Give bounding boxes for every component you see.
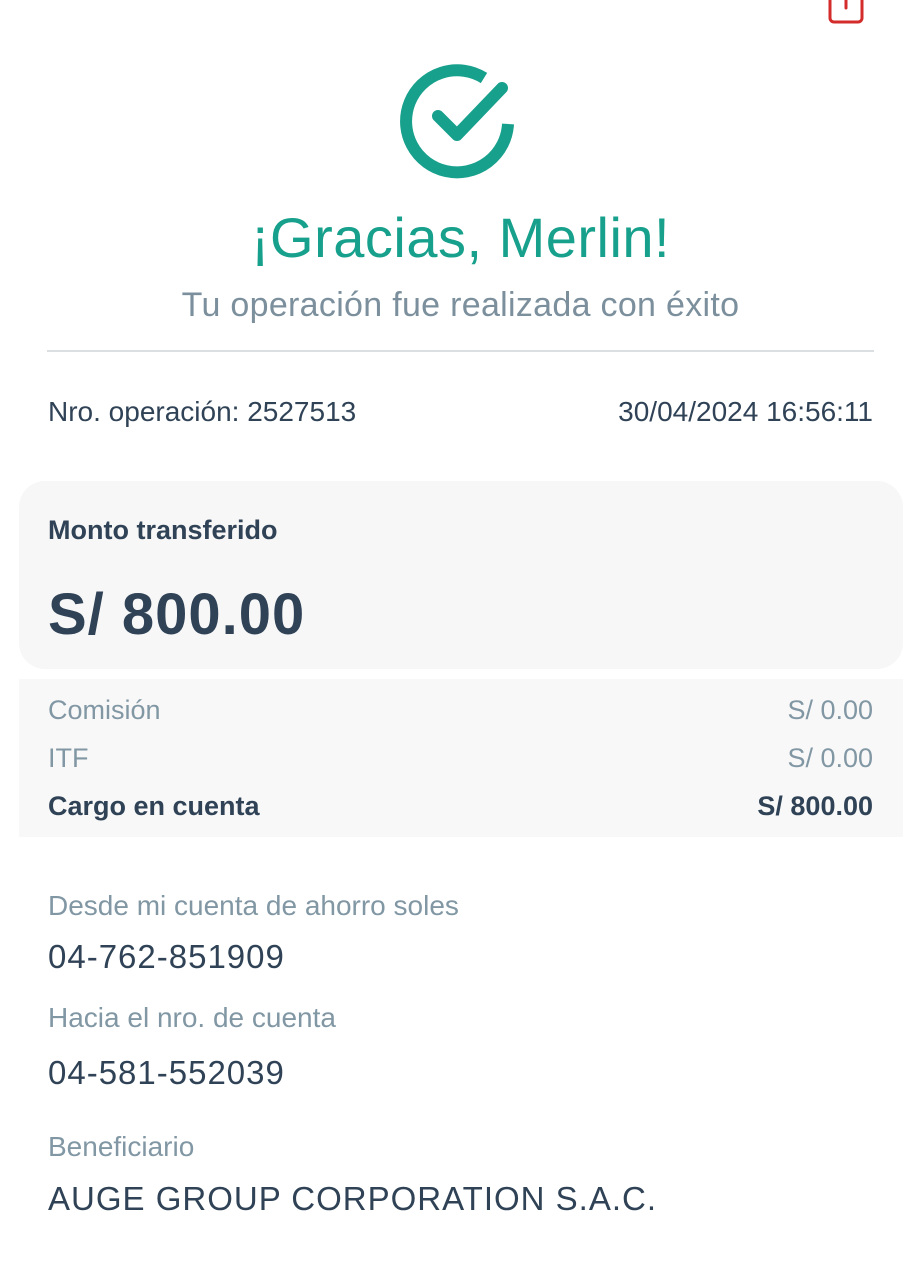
check-circle-icon [400, 62, 520, 182]
beneficiary-label: Beneficiario [48, 1131, 195, 1162]
amount-card: Monto transferido S/ 800.00 [19, 481, 903, 669]
fee-value: S/ 800.00 [757, 791, 873, 821]
fee-label: ITF [48, 743, 89, 773]
from-account-number: 04-762-851909 [48, 938, 285, 975]
from-account-label: Desde mi cuenta de ahorro soles [48, 890, 459, 921]
operation-number: Nro. operación: 2527513 [48, 396, 357, 427]
amount-label: Monto transferido [48, 515, 278, 545]
fee-label: Cargo en cuenta [48, 791, 260, 821]
share-icon[interactable] [826, 0, 866, 26]
fee-value: S/ 0.00 [787, 743, 873, 773]
operation-datetime: 30/04/2024 16:56:11 [618, 396, 873, 427]
fee-row-commission: Comisión S/ 0.00 [48, 690, 873, 730]
beneficiary-name: AUGE GROUP CORPORATION S.A.C. [48, 1180, 658, 1217]
amount-value: S/ 800.00 [48, 582, 306, 647]
fee-value: S/ 0.00 [787, 695, 873, 725]
page-subtitle: Tu operación fue realizada con éxito [181, 286, 740, 324]
divider [47, 350, 874, 352]
fee-row-account-charge: Cargo en cuenta S/ 800.00 [48, 786, 873, 826]
fee-row-itf: ITF S/ 0.00 [48, 738, 873, 778]
page-title: ¡Gracias, Merlin! [250, 206, 671, 269]
fees-panel: Comisión S/ 0.00 ITF S/ 0.00 Cargo en cu… [19, 679, 903, 837]
to-account-label: Hacia el nro. de cuenta [48, 1002, 336, 1033]
fee-label: Comisión [48, 695, 161, 725]
to-account-number: 04-581-552039 [48, 1054, 285, 1091]
